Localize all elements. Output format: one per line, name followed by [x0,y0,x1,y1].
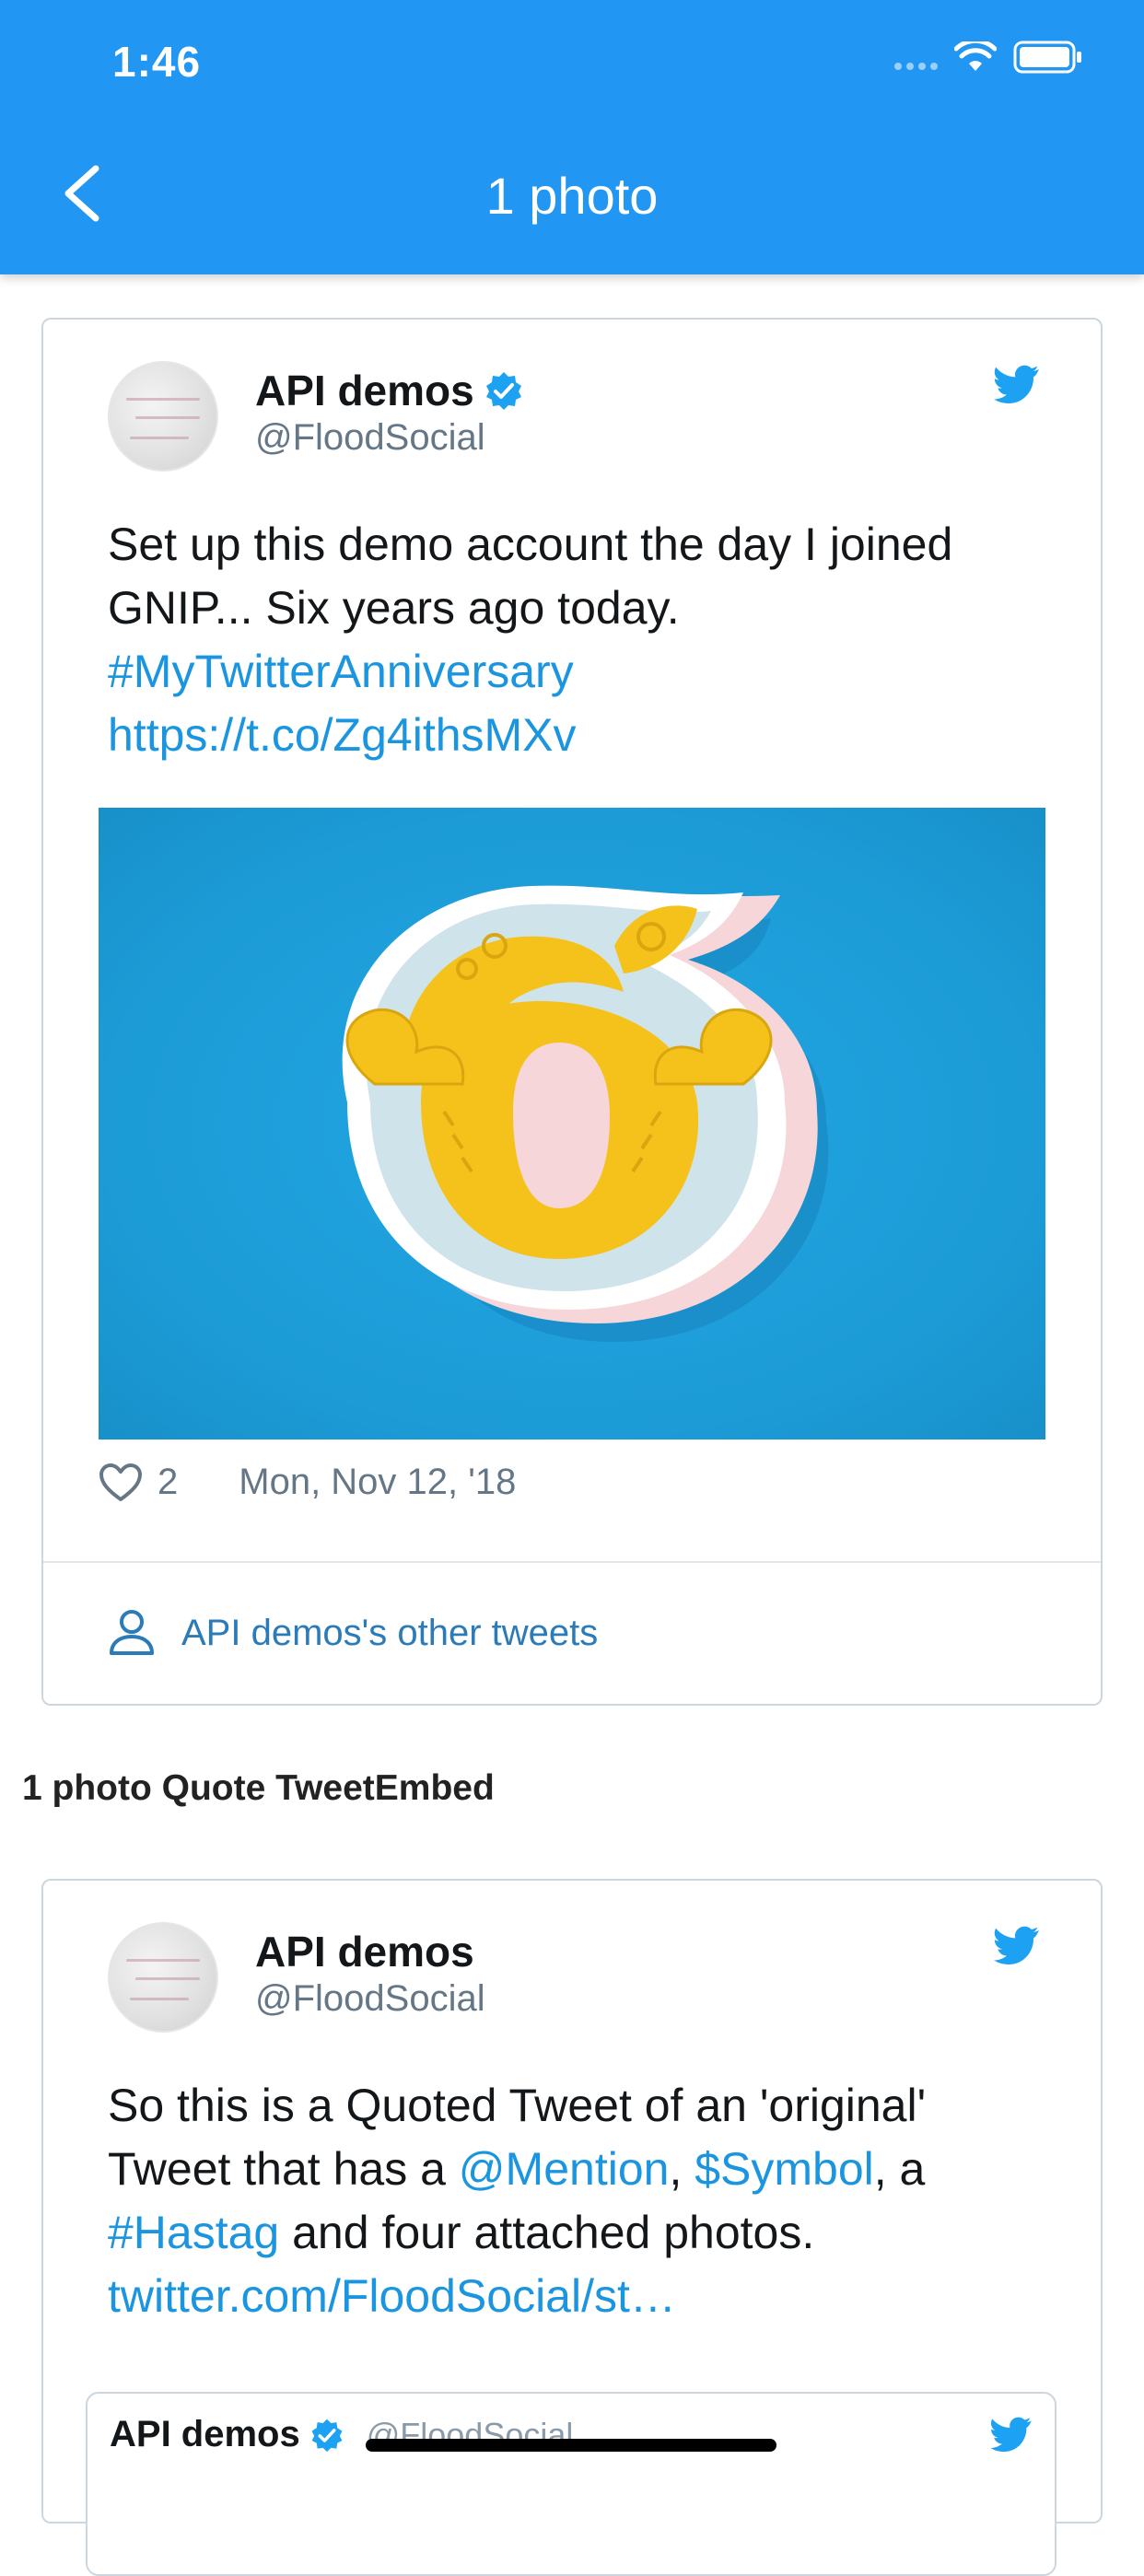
tweet-text-part: , a [873,2143,926,2195]
anniversary-six-illustration [342,885,829,1342]
author-name-text: API demos [255,367,474,414]
signal-icon [894,63,938,70]
tweet-text: Set up this demo account the day I joine… [108,513,1045,767]
avatar[interactable] [108,1922,218,2033]
symbol-link[interactable]: $Symbol [695,2143,874,2195]
verified-badge-icon [485,372,521,410]
avatar[interactable] [108,361,218,472]
like-count[interactable]: 2 [158,1462,178,1503]
author-name[interactable]: API demos [255,1927,474,1976]
divider [43,1561,1101,1563]
url-link[interactable]: twitter.com/FloodSocial/st… [108,2270,676,2322]
home-indicator[interactable] [366,2439,776,2452]
page-title: 1 photo [485,167,659,225]
heart-icon[interactable] [99,1463,143,1503]
mention-link[interactable]: @Mention [459,2143,670,2195]
section-label: 1 photo Quote TweetEmbed [22,1768,495,1808]
app-bar: 1:46 1 photo [0,0,1144,274]
tweet-text: So this is a Quoted Tweet of an 'origina… [108,2074,1045,2328]
twitter-bird-icon[interactable] [994,364,1040,404]
twitter-bird-icon[interactable] [994,1925,1040,1965]
tweet-text-part: and four attached photos. [279,2207,815,2258]
quoted-author-name: API demos [110,2414,300,2454]
tweet-card[interactable]: API demos @FloodSocial Set up this demo … [41,318,1103,1706]
tweet-date[interactable]: Mon, Nov 12, '18 [239,1462,516,1503]
battery-icon [1013,41,1081,74]
author-handle[interactable]: @FloodSocial [255,1978,485,2020]
status-time: 1:46 [112,38,202,86]
person-icon [110,1610,154,1655]
tweet-photo[interactable] [99,808,1045,1440]
tweet-text-part: , [669,2143,695,2195]
hashtag-link[interactable]: #Hastag [108,2207,279,2258]
author-name[interactable]: API demos [255,366,524,415]
status-icons [894,41,1083,74]
tweet-meta: 2 Mon, Nov 12, '18 [99,1462,516,1503]
wifi-icon [954,41,997,71]
author-handle[interactable]: @FloodSocial [255,417,485,459]
twitter-bird-icon [990,2417,1032,2453]
hashtag-link[interactable]: #MyTwitterAnniversary [108,646,574,697]
quote-tweet-card[interactable]: API demos @FloodSocial So this is a Quot… [41,1879,1103,2576]
other-tweets-link[interactable]: API demos's other tweets [106,1609,598,1657]
author-name-text: API demos [255,1928,474,1976]
verified-badge-icon [311,2419,343,2452]
url-link[interactable]: https://t.co/Zg4ithsMXv [108,709,577,761]
tweet-text-body: Set up this demo account the day I joine… [108,519,953,634]
other-tweets-label: API demos's other tweets [181,1612,599,1653]
quoted-tweet[interactable]: API demos @FloodSocial [86,2392,1056,2576]
